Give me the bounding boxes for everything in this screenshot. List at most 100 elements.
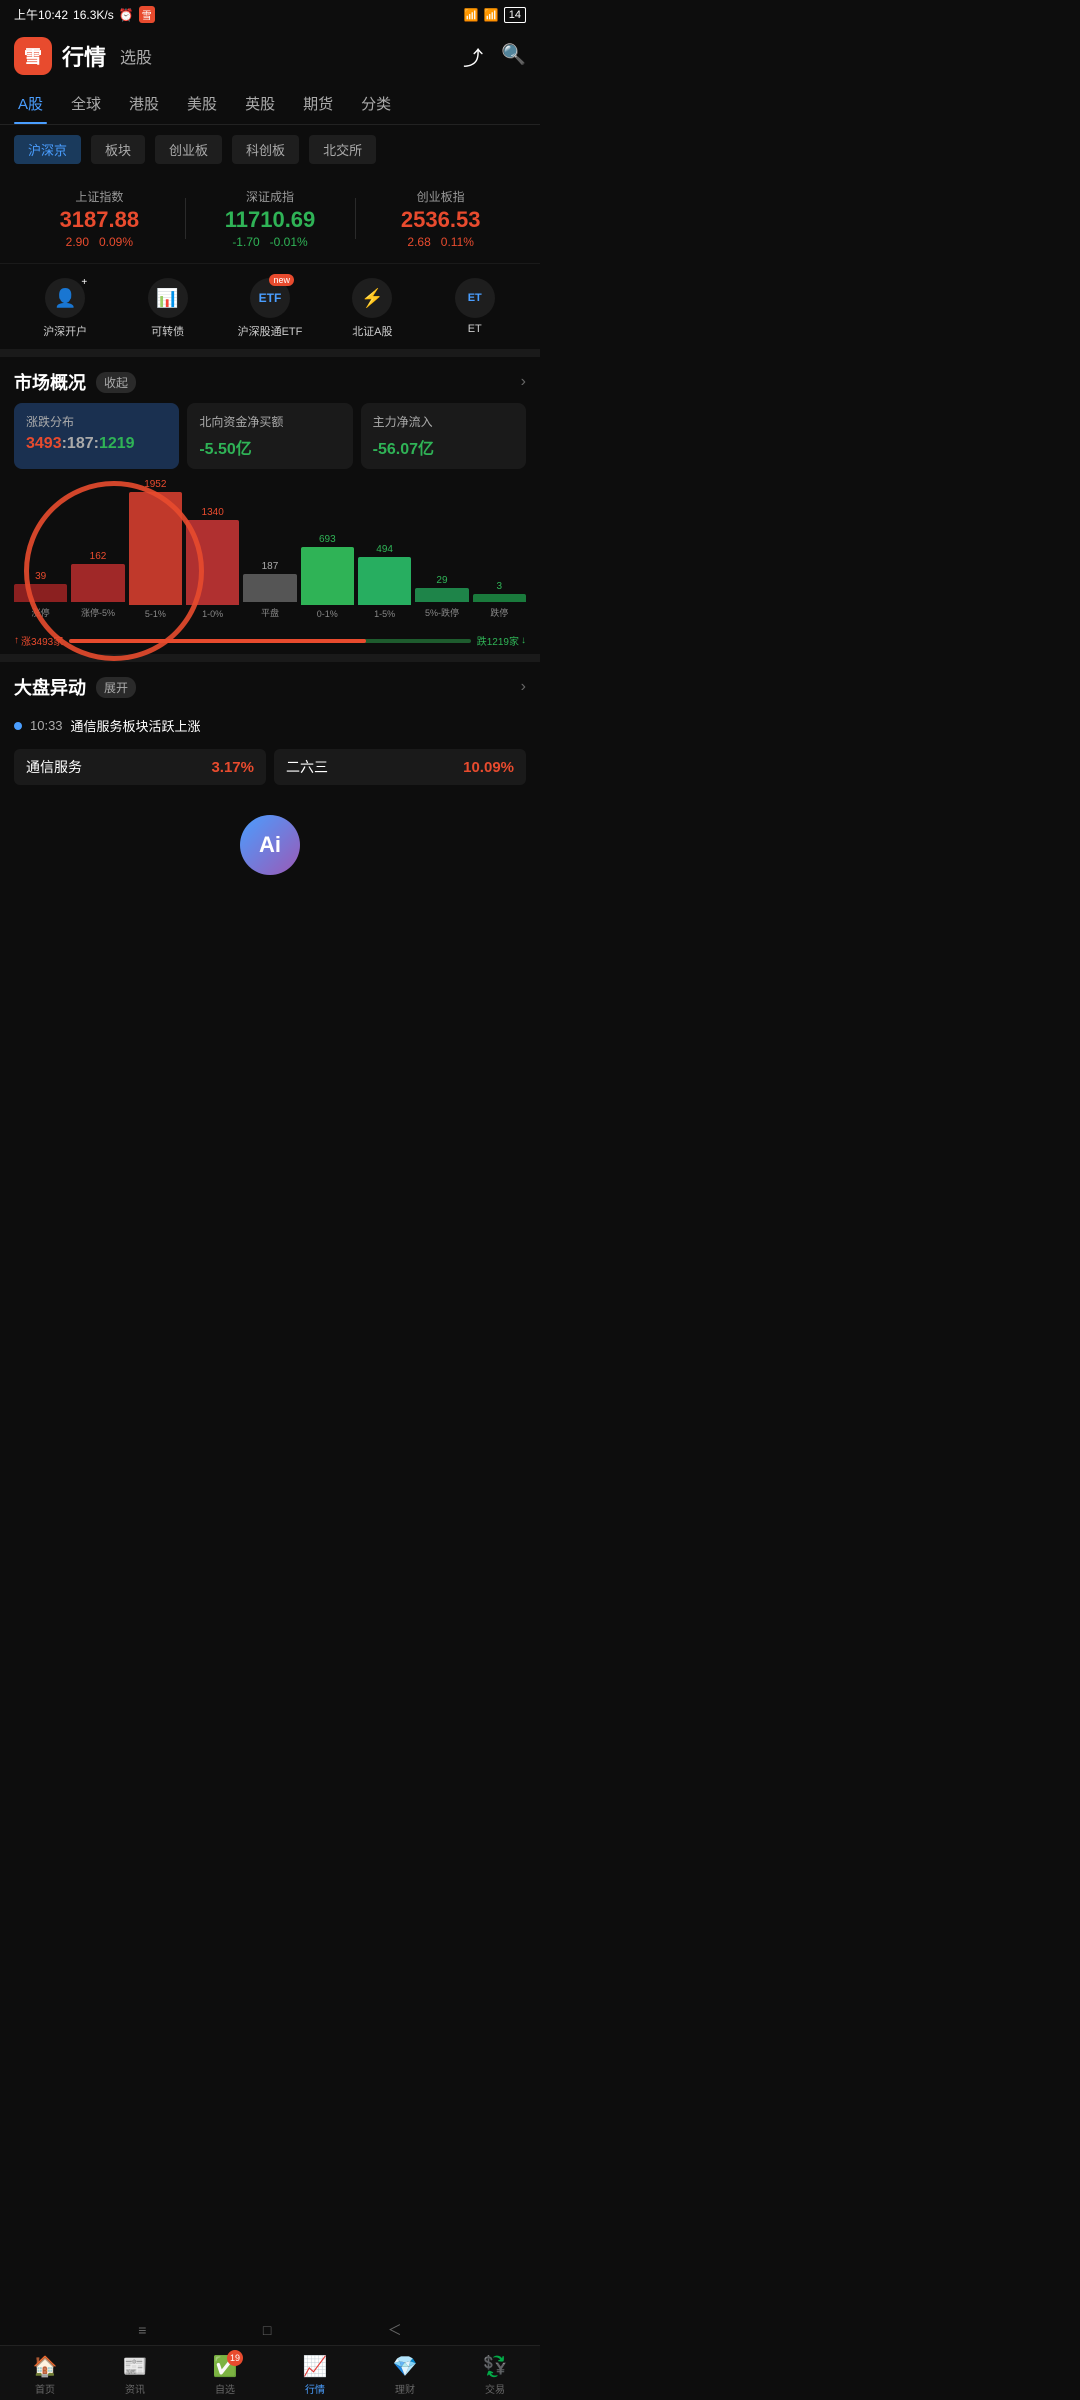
status-speed: 16.3K/s xyxy=(73,8,114,22)
stock-card-tongxin[interactable]: 通信服务 3.17% xyxy=(14,749,266,785)
status-bar: 上午10:42 16.3K/s ⏰ 雪 📶 📶 14 xyxy=(0,0,540,29)
back-gesture-btn[interactable]: ＜ xyxy=(388,2320,402,2340)
progress-up-label: ↑ 涨3493家 xyxy=(14,633,63,648)
stock-card-263[interactable]: 二六三 10.09% xyxy=(274,749,526,785)
market-collapse-btn[interactable]: 收起 xyxy=(96,372,136,393)
tab-us[interactable]: 美股 xyxy=(183,83,221,124)
subtab-bse[interactable]: 北交所 xyxy=(309,135,376,164)
subtab-star[interactable]: 科创板 xyxy=(232,135,299,164)
bar-51-label: 5-1% xyxy=(145,609,166,619)
share-icon[interactable]: ⤴ xyxy=(463,42,483,71)
tab-global[interactable]: 全球 xyxy=(67,83,105,124)
home-gesture-btn[interactable]: □ xyxy=(263,2322,271,2338)
bar-d5-label: 5%-跌停 xyxy=(425,606,459,619)
index-gem-change: 2.68 0.11% xyxy=(355,235,526,249)
index-gem-value: 2536.53 xyxy=(355,207,526,233)
card-northbound-value: -5.50亿 xyxy=(199,435,340,459)
bar-15[interactable]: 494 1-5% xyxy=(358,479,411,619)
qa-open-account-icon: 👤+ xyxy=(45,278,85,318)
stock-row: 通信服务 3.17% 二六三 10.09% xyxy=(0,743,540,795)
bar-01-bar xyxy=(301,547,354,605)
gesture-bar: ≡ □ ＜ xyxy=(0,2318,540,2342)
status-right: 📶 📶 14 xyxy=(464,7,526,23)
news-dot xyxy=(14,722,22,730)
qa-convertible-icon: 📊 xyxy=(148,278,188,318)
movement-section-header: 大盘异动 展开 › xyxy=(0,662,540,708)
bar-d5[interactable]: 29 5%-跌停 xyxy=(415,479,468,619)
news-item-1[interactable]: 10:33 通信服务板块活跃上涨 xyxy=(14,708,526,743)
bar-dieting[interactable]: 3 跌停 xyxy=(473,479,526,619)
tab-uk[interactable]: 英股 xyxy=(241,83,279,124)
tab-a-shares[interactable]: A股 xyxy=(14,83,47,124)
bar-zhangting-label: 涨停 xyxy=(32,606,50,619)
stock-pct-tongxin: 3.17% xyxy=(211,759,254,776)
nav-trade[interactable]: 💱 交易 xyxy=(450,2346,540,2400)
market-section-arrow: › xyxy=(521,373,526,391)
card-distribution-title: 涨跌分布 xyxy=(26,413,167,430)
tab-futures[interactable]: 期货 xyxy=(299,83,337,124)
stock-name-tongxin: 通信服务 xyxy=(26,757,82,777)
bar-10[interactable]: 1340 1-0% xyxy=(186,479,239,619)
qa-et[interactable]: ET ET xyxy=(424,278,526,339)
bar-flat-bar xyxy=(243,574,296,602)
qa-etf[interactable]: ETF new 沪深股通ETF xyxy=(219,278,321,339)
index-shanghai-name: 上证指数 xyxy=(14,188,185,205)
subtab-shanghai[interactable]: 沪深京 xyxy=(14,135,81,164)
bar-flat[interactable]: 187 平盘 xyxy=(243,479,296,619)
nav-home[interactable]: 🏠 首页 xyxy=(0,2346,90,2400)
card-northbound[interactable]: 北向资金净买额 -5.50亿 xyxy=(187,403,352,469)
bar-z5-value: 162 xyxy=(90,551,107,562)
index-shanghai-value: 3187.88 xyxy=(14,207,185,233)
bar-10-bar xyxy=(186,520,239,605)
subtab-gem[interactable]: 创业板 xyxy=(155,135,222,164)
qa-open-account[interactable]: 👤+ 沪深开户 xyxy=(14,278,116,339)
bar-15-label: 1-5% xyxy=(374,609,395,619)
qa-et-icon: ET xyxy=(455,278,495,318)
nav-market[interactable]: 📈 行情 xyxy=(270,2346,360,2400)
nav-wealth[interactable]: 💎 理财 xyxy=(360,2346,450,2400)
card-distribution[interactable]: 涨跌分布 3493:187:1219 xyxy=(14,403,179,469)
subtab-block[interactable]: 板块 xyxy=(91,135,145,164)
status-app: 雪 xyxy=(139,6,155,23)
bar-zhangting[interactable]: 39 涨停 xyxy=(14,479,67,619)
bar-10-label: 1-0% xyxy=(202,609,223,619)
bar-10-value: 1340 xyxy=(202,507,224,518)
app-header: 雪 行情 选股 ⤴ 🔍 xyxy=(0,29,540,83)
nav-news[interactable]: 📰 资讯 xyxy=(90,2346,180,2400)
nav-watchlist[interactable]: ✅ 19 自选 xyxy=(180,2346,270,2400)
header-icons: ⤴ 🔍 xyxy=(463,42,526,71)
progress-bar-section: ↑ 涨3493家 跌1219家 ↓ xyxy=(0,629,540,654)
bar-15-bar xyxy=(358,557,411,605)
qa-convertible[interactable]: 📊 可转债 xyxy=(116,278,218,339)
search-icon[interactable]: 🔍 xyxy=(501,42,526,71)
bar-01-label: 0-1% xyxy=(317,609,338,619)
market-section-title: 市场概况 xyxy=(14,369,86,395)
progress-down-label: 跌1219家 ↓ xyxy=(477,633,526,648)
index-gem[interactable]: 创业板指 2536.53 2.68 0.11% xyxy=(355,184,526,253)
bar-15-value: 494 xyxy=(376,544,393,555)
card-mainforce[interactable]: 主力净流入 -56.07亿 xyxy=(361,403,526,469)
main-tabs: A股 全球 港股 美股 英股 期货 分类 xyxy=(0,83,540,125)
news-text: 通信服务板块活跃上涨 xyxy=(71,716,201,735)
bar-51[interactable]: 1952 5-1% xyxy=(129,479,182,619)
card-mainforce-title: 主力净流入 xyxy=(373,413,514,430)
nav-home-icon: 🏠 xyxy=(33,2354,58,2379)
market-section-header: 市场概况 收起 › xyxy=(0,357,540,403)
menu-gesture-btn[interactable]: ≡ xyxy=(138,2322,146,2338)
bar-01[interactable]: 693 0-1% xyxy=(301,479,354,619)
bar-flat-value: 187 xyxy=(262,561,279,572)
stock-pct-263: 10.09% xyxy=(463,759,514,776)
movement-expand-btn[interactable]: 展开 xyxy=(96,677,136,698)
index-shenzhen[interactable]: 深证成指 11710.69 -1.70 -0.01% xyxy=(185,184,356,253)
nav-news-icon: 📰 xyxy=(123,2354,148,2379)
status-alarm: ⏰ xyxy=(119,8,134,22)
ai-badge[interactable]: Ai xyxy=(240,815,300,875)
tab-hk[interactable]: 港股 xyxy=(125,83,163,124)
qa-bse[interactable]: ⚡ 北证A股 xyxy=(321,278,423,339)
ai-section: Ai xyxy=(0,795,540,885)
bar-dieting-label: 跌停 xyxy=(490,606,508,619)
card-northbound-title: 北向资金净买额 xyxy=(199,413,340,430)
bar-z5[interactable]: 162 涨停-5% xyxy=(71,479,124,619)
index-shanghai[interactable]: 上证指数 3187.88 2.90 0.09% xyxy=(14,184,185,253)
tab-category[interactable]: 分类 xyxy=(357,83,395,124)
